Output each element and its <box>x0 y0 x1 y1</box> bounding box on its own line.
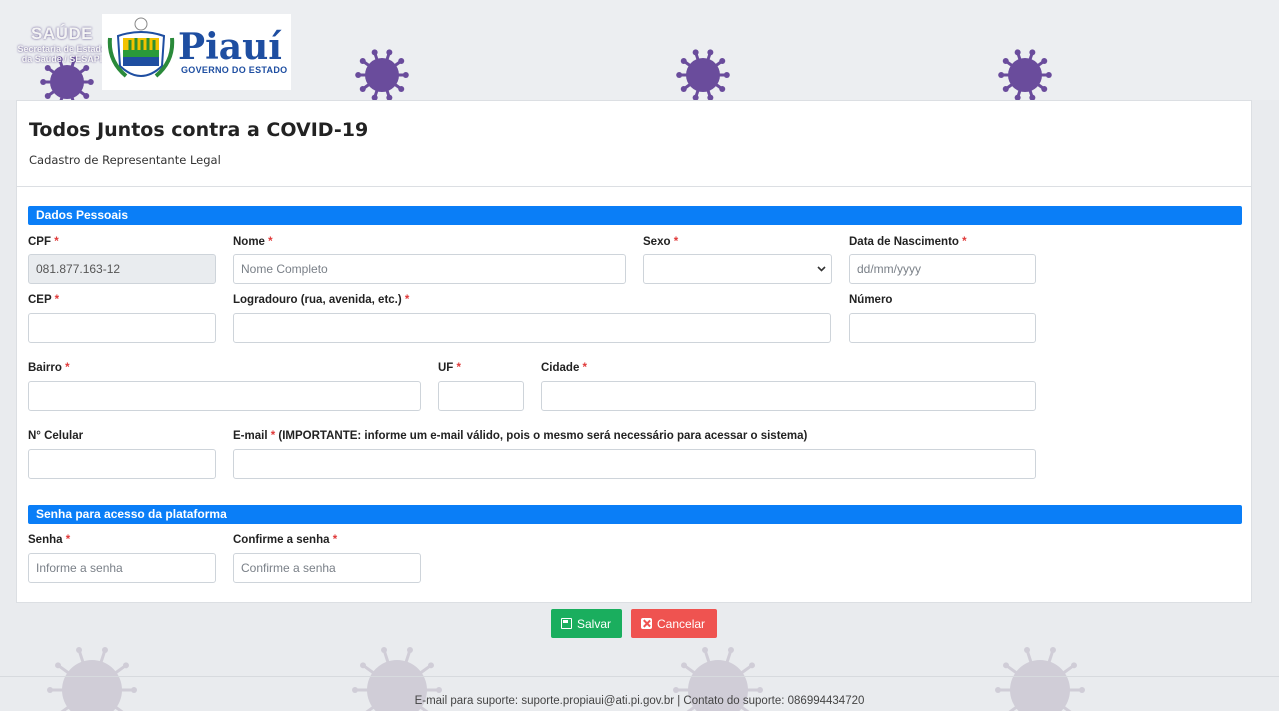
footer-support-text: E-mail para suporte: suporte.propiaui@at… <box>414 695 865 707</box>
numero-input[interactable] <box>849 313 1036 343</box>
government-logo-name: Piauí <box>178 26 282 68</box>
email-label: E-mail * (IMPORTANTE: informe um e-mail … <box>233 430 807 442</box>
email-input[interactable] <box>233 449 1036 479</box>
bairro-input[interactable] <box>28 381 421 411</box>
cpf-label: CPF * <box>28 236 59 248</box>
sexo-label: Sexo * <box>643 236 678 248</box>
sexo-label-text: Sexo <box>643 236 671 248</box>
save-button-label: Salvar <box>577 616 612 631</box>
numero-label: Número <box>849 294 893 306</box>
confirme-label-text: Confirme a senha <box>233 534 330 546</box>
bairro-label: Bairro * <box>28 362 70 374</box>
nascimento-label-text: Data de Nascimento <box>849 236 959 248</box>
page-header-card: Todos Juntos contra a COVID-19 Cadastro … <box>16 100 1252 186</box>
saude-logo-subtitle: Secretaria de Estado da Saúde / SESAPI <box>17 44 107 64</box>
cidade-input[interactable] <box>541 381 1036 411</box>
registration-form: Dados Pessoais CPF * Nome * Sexo * Data … <box>16 186 1252 603</box>
required-marker: * <box>404 294 410 306</box>
email-label-text: E-mail <box>233 430 268 442</box>
required-marker: * <box>65 534 71 546</box>
cidade-label: Cidade * <box>541 362 587 374</box>
government-logo: Piauí GOVERNO DO ESTADO <box>102 14 291 90</box>
bairro-label-text: Bairro <box>28 362 62 374</box>
section-personal-data: Dados Pessoais <box>28 206 1242 225</box>
required-marker: * <box>270 430 276 442</box>
cancel-button[interactable]: Cancelar <box>631 609 717 638</box>
confirme-label: Confirme a senha * <box>233 534 337 546</box>
save-button[interactable]: Salvar <box>551 609 622 638</box>
government-logo-subtitle: GOVERNO DO ESTADO <box>181 65 288 75</box>
sexo-select[interactable] <box>643 254 832 284</box>
footer: E-mail para suporte: suporte.propiaui@at… <box>0 676 1279 711</box>
cancel-button-label: Cancelar <box>657 616 706 631</box>
confirme-senha-input[interactable] <box>233 553 421 583</box>
nascimento-input[interactable] <box>849 254 1036 284</box>
uf-label-text: UF <box>438 362 454 374</box>
required-marker: * <box>456 362 462 374</box>
required-marker: * <box>673 236 679 248</box>
required-marker: * <box>582 362 588 374</box>
cpf-field <box>28 254 216 284</box>
logradouro-label: Logradouro (rua, avenida, etc.) * <box>233 294 409 306</box>
required-marker: * <box>268 236 273 248</box>
required-marker: * <box>332 534 338 546</box>
logradouro-label-text: Logradouro (rua, avenida, etc.) <box>233 294 402 306</box>
required-marker: * <box>54 236 59 248</box>
required-marker: * <box>65 362 70 374</box>
senha-label-text: Senha <box>28 534 63 546</box>
logradouro-input[interactable] <box>233 313 831 343</box>
page-subtitle: Cadastro de Representante Legal <box>29 153 221 167</box>
uf-label: UF * <box>438 362 461 374</box>
cidade-label-text: Cidade <box>541 362 580 374</box>
page-title: Todos Juntos contra a COVID-19 <box>29 119 369 141</box>
cep-label-text: CEP <box>28 294 52 306</box>
required-marker: * <box>54 294 60 306</box>
nome-label: Nome * <box>233 236 273 248</box>
celular-label: N° Celular <box>28 430 84 442</box>
nome-input[interactable] <box>233 254 626 284</box>
senha-input[interactable] <box>28 553 216 583</box>
state-crest-icon <box>107 17 175 78</box>
required-marker: * <box>962 236 967 248</box>
cpf-label-text: CPF <box>28 236 51 248</box>
saude-logo: SAÚDE Secretaria de Estado da Saúde / SE… <box>16 24 108 94</box>
nascimento-label: Data de Nascimento * <box>849 236 967 248</box>
cep-label: CEP * <box>28 294 59 306</box>
email-note: (IMPORTANTE: informe um e-mail válido, p… <box>278 430 808 442</box>
cep-input[interactable] <box>28 313 216 343</box>
senha-label: Senha * <box>28 534 70 546</box>
nome-label-text: Nome <box>233 236 265 248</box>
saude-logo-title: SAÚDE <box>30 24 93 43</box>
section-password: Senha para acesso da plataforma <box>28 505 1242 524</box>
save-icon <box>561 618 572 629</box>
close-square-icon <box>641 618 652 629</box>
uf-input[interactable] <box>438 381 524 411</box>
celular-input[interactable] <box>28 449 216 479</box>
